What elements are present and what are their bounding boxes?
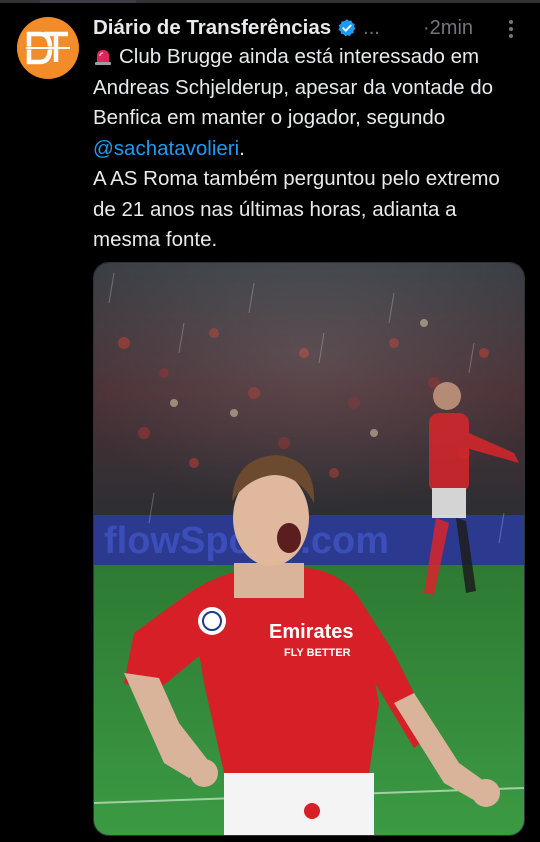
display-name[interactable]: Diário de Transferências xyxy=(93,16,331,40)
tweet-text-part-1: Club Brugge ainda está interessado em An… xyxy=(93,45,494,129)
dt-logo-icon xyxy=(26,31,70,65)
more-options-button[interactable] xyxy=(500,16,522,42)
tweet-paragraph-1: Club Brugge ainda está interessado em An… xyxy=(93,42,525,164)
tweet-text-part-1-end: . xyxy=(239,136,245,160)
tweet[interactable]: Diário de Transferências ... ·2min Club … xyxy=(0,0,540,842)
timestamp[interactable]: ·2min xyxy=(423,14,473,42)
shirt-sponsor-text: Emirates xyxy=(269,621,354,643)
mention-link[interactable]: @sachatavolieri xyxy=(93,137,239,160)
tweet-paragraph-2: A AS Roma também perguntou pelo extremo … xyxy=(93,167,500,251)
tweet-media-photo[interactable]: flowSports.com xyxy=(93,262,525,836)
tweet-text: Club Brugge ainda está interessado em An… xyxy=(93,42,525,256)
shirt-sponsor-tagline: FLY BETTER xyxy=(284,647,351,659)
more-dots-icon xyxy=(509,20,513,24)
avatar[interactable] xyxy=(17,17,79,79)
rotating-light-icon xyxy=(95,50,111,65)
photo-image: flowSports.com xyxy=(94,263,524,835)
handle[interactable]: ... xyxy=(363,17,380,40)
verified-badge-icon xyxy=(337,18,357,38)
tweet-header: Diário de Transferências ... xyxy=(93,14,380,42)
